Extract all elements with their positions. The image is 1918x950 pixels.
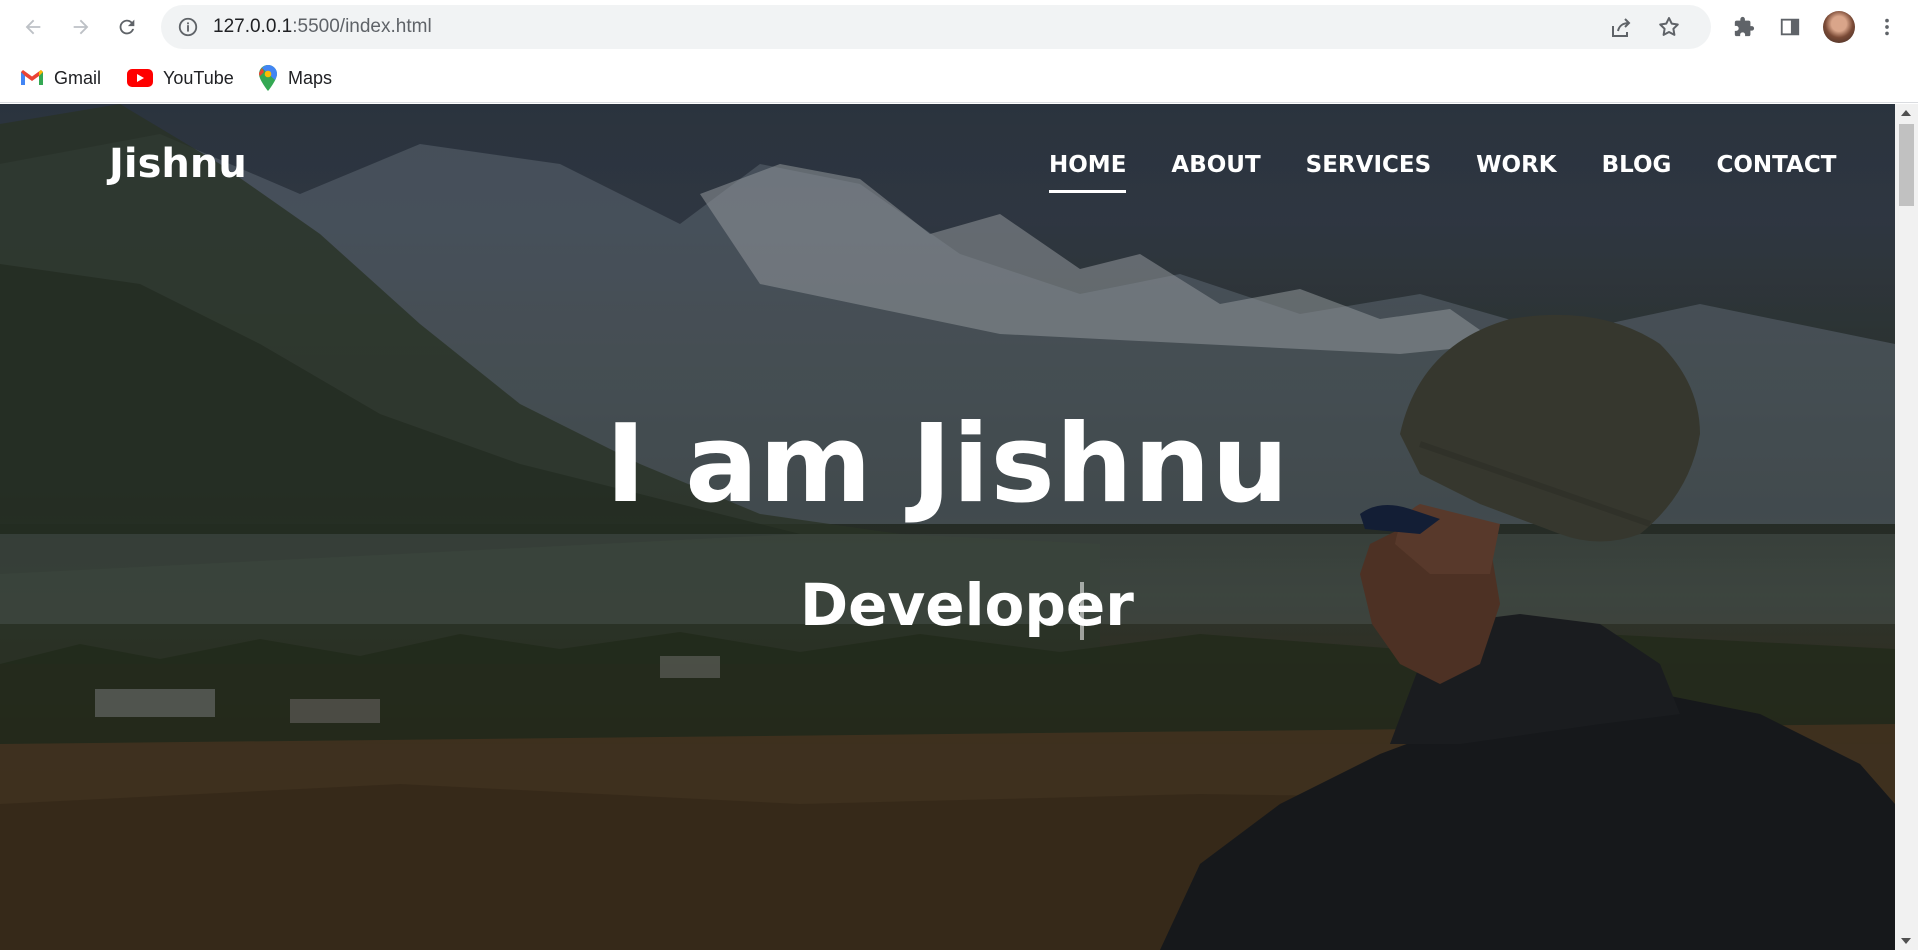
hero-title: I am Jishnu (605, 402, 1290, 527)
maps-icon (259, 65, 277, 91)
bookmark-gmail[interactable]: Gmail (20, 63, 101, 93)
bookmark-youtube[interactable]: YouTube (127, 63, 234, 93)
main-nav: HOME ABOUT SERVICES WORK BLOG CONTACT (1049, 152, 1836, 193)
youtube-icon (127, 69, 153, 87)
browser-toolbar: 127.0.0.1:5500/index.html (0, 0, 1918, 54)
side-panel-icon (1780, 18, 1800, 36)
hero-dark-overlay (0, 104, 1895, 950)
gmail-icon (21, 70, 43, 85)
reload-icon (119, 19, 135, 35)
back-arrow-icon (25, 19, 41, 35)
back-button[interactable] (14, 8, 52, 46)
bookmark-label: Gmail (54, 67, 102, 88)
url-host: 127.0.0.1 (213, 16, 293, 37)
side-panel-button[interactable] (1771, 8, 1809, 46)
profile-avatar[interactable] (1823, 11, 1855, 43)
forward-button[interactable] (62, 8, 100, 46)
bookmarks-bar: Gmail YouTube Maps (0, 54, 1918, 103)
scroll-up-arrow-icon[interactable] (1901, 110, 1911, 116)
reload-button[interactable] (108, 8, 146, 46)
nav-blog[interactable]: BLOG (1602, 152, 1672, 192)
url-text[interactable]: 127.0.0.1:5500/index.html (213, 5, 432, 49)
share-icon[interactable] (1609, 16, 1633, 40)
forward-arrow-icon (73, 19, 89, 35)
page-viewport: Jishnu HOME ABOUT SERVICES WORK BLOG CON… (0, 104, 1895, 950)
scroll-down-arrow-icon[interactable] (1901, 938, 1911, 944)
bookmark-label: Maps (288, 67, 333, 88)
page-scrollbar[interactable] (1895, 104, 1918, 950)
puzzle-icon (1734, 16, 1755, 37)
address-bar[interactable]: 127.0.0.1:5500/index.html (161, 5, 1711, 49)
scrollbar-thumb[interactable] (1899, 124, 1914, 206)
nav-services[interactable]: SERVICES (1306, 152, 1432, 192)
typing-caret (1080, 582, 1084, 640)
bookmark-maps[interactable]: Maps (258, 63, 332, 93)
site-info-icon[interactable] (177, 16, 199, 38)
extensions-button[interactable] (1725, 8, 1763, 46)
nav-home[interactable]: HOME (1049, 152, 1127, 193)
kebab-menu-icon (1885, 18, 1889, 36)
nav-work[interactable]: WORK (1476, 152, 1556, 192)
nav-contact[interactable]: CONTACT (1716, 152, 1836, 192)
site-logo[interactable]: Jishnu (109, 141, 247, 187)
browser-menu-button[interactable] (1868, 8, 1906, 46)
url-path: :5500/index.html (292, 16, 432, 37)
bookmark-label: YouTube (163, 67, 234, 88)
bookmark-star-icon[interactable] (1657, 15, 1681, 39)
nav-about[interactable]: ABOUT (1171, 152, 1260, 192)
